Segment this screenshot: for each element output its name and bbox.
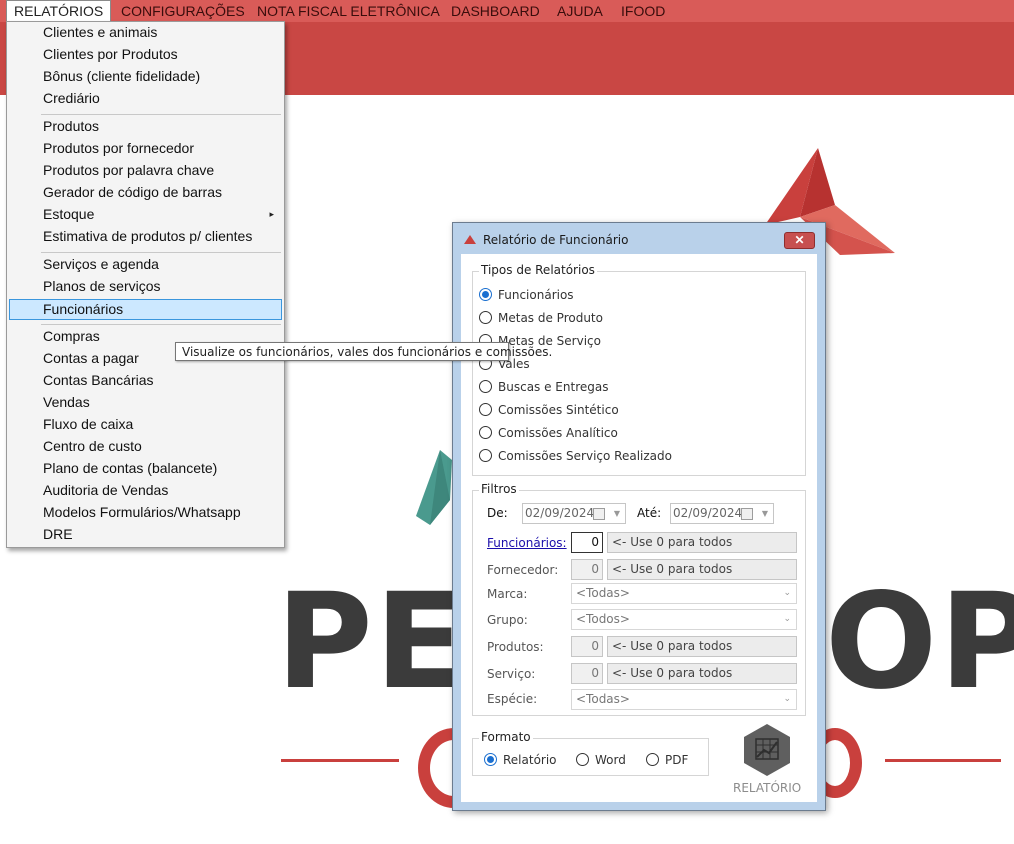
chevron-down-icon: ▼: [761, 509, 768, 518]
menu-item-estoque[interactable]: Estoque ▸: [9, 204, 282, 225]
funcionarios-tooltip: Visualize os funcionários, vales dos fun…: [175, 342, 552, 361]
dialog-client-area: Tipos de Relatórios Funcionários Metas d…: [461, 254, 817, 802]
menu-item-contas-bancarias[interactable]: Contas Bancárias: [9, 370, 282, 391]
funcionarios-link[interactable]: Funcionários:: [487, 536, 567, 550]
menu-item-produtos-palavra[interactable]: Produtos por palavra chave: [9, 160, 282, 181]
logo-line-right: [885, 759, 1001, 762]
fornecedor-label: Fornecedor:: [487, 563, 559, 577]
marca-select[interactable]: <Todas> ⌄: [571, 583, 797, 604]
menu-item-clientes-animais[interactable]: Clientes e animais: [9, 22, 282, 43]
gerar-relatorio-button[interactable]: RELATÓRIO: [733, 723, 801, 797]
calendar-icon: [593, 508, 605, 520]
report-button-label: RELATÓRIO: [733, 781, 802, 795]
produtos-hint: <- Use 0 para todos: [607, 636, 797, 657]
menu-item-codigo-barras[interactable]: Gerador de código de barras: [9, 182, 282, 203]
logo-line-left: [281, 759, 399, 762]
fornecedor-hint: <- Use 0 para todos: [607, 559, 797, 580]
formato-group: Formato Relatório Word PDF: [472, 730, 709, 776]
menu-bar: RELATÓRIOS CONFIGURAÇÕES NOTA FISCAL ELE…: [0, 0, 1014, 22]
menu-configuracoes[interactable]: CONFIGURAÇÕES: [114, 0, 252, 22]
fornecedor-input[interactable]: 0: [571, 559, 603, 580]
menu-item-clientes-produtos[interactable]: Clientes por Produtos: [9, 44, 282, 65]
produtos-input[interactable]: 0: [571, 636, 603, 657]
report-chart-icon: [744, 724, 790, 776]
servico-input[interactable]: 0: [571, 663, 603, 684]
produtos-label: Produtos:: [487, 640, 544, 654]
menu-item-funcionarios[interactable]: Funcionários: [9, 299, 282, 320]
funcionarios-input[interactable]: 0: [571, 532, 603, 553]
close-button[interactable]: ✕: [784, 232, 815, 249]
ate-label: Até:: [637, 506, 662, 520]
menu-item-modelos-formularios[interactable]: Modelos Formulários/Whatsapp: [9, 502, 282, 523]
menu-item-plano-contas[interactable]: Plano de contas (balancete): [9, 458, 282, 479]
especie-label: Espécie:: [487, 692, 538, 706]
especie-select[interactable]: <Todas> ⌄: [571, 689, 797, 710]
chevron-down-icon: ⌄: [783, 588, 791, 598]
menu-item-planos-servicos[interactable]: Planos de serviços: [9, 276, 282, 297]
menu-separator: [41, 252, 281, 253]
marca-label: Marca:: [487, 587, 528, 601]
menu-item-bonus[interactable]: Bônus (cliente fidelidade): [9, 66, 282, 87]
submenu-arrow-icon: ▸: [269, 209, 274, 219]
formato-title: Formato: [479, 730, 533, 744]
chevron-down-icon: ⌄: [783, 694, 791, 704]
menu-item-estimativa[interactable]: Estimativa de produtos p/ clientes: [9, 226, 282, 247]
app-logo-icon: [464, 235, 476, 244]
chevron-down-icon: ⌄: [783, 614, 791, 624]
menu-item-produtos[interactable]: Produtos: [9, 116, 282, 137]
menu-item-auditoria-vendas[interactable]: Auditoria de Vendas: [9, 480, 282, 501]
menu-separator: [41, 114, 281, 115]
de-date-field[interactable]: 02/09/2024 ▼: [522, 503, 626, 524]
grupo-label: Grupo:: [487, 613, 528, 627]
menu-ajuda[interactable]: AJUDA: [550, 0, 610, 22]
menu-item-dre[interactable]: DRE: [9, 524, 282, 545]
relatorios-dropdown: Clientes e animais Clientes por Produtos…: [6, 21, 285, 548]
tipos-relatorios-title: Tipos de Relatórios: [479, 263, 597, 277]
servico-hint: <- Use 0 para todos: [607, 663, 797, 684]
tipos-relatorios-group: Tipos de Relatórios Funcionários Metas d…: [472, 263, 806, 476]
filtros-title: Filtros: [479, 482, 519, 496]
menu-nota-fiscal[interactable]: NOTA FISCAL ELETRÔNICA: [250, 0, 447, 22]
dialog-titlebar[interactable]: Relatório de Funcionário ✕: [453, 223, 825, 255]
menu-ifood[interactable]: IFOOD: [614, 0, 672, 22]
menu-item-centro-custo[interactable]: Centro de custo: [9, 436, 282, 457]
menu-item-vendas[interactable]: Vendas: [9, 392, 282, 413]
menu-item-fluxo-caixa[interactable]: Fluxo de caixa: [9, 414, 282, 435]
relatorio-funcionario-dialog: Relatório de Funcionário ✕ Tipos de Rela…: [452, 222, 826, 811]
menu-separator: [41, 324, 281, 325]
menu-dashboard[interactable]: DASHBOARD: [444, 0, 547, 22]
calendar-icon: [741, 508, 753, 520]
menu-item-produtos-fornecedor[interactable]: Produtos por fornecedor: [9, 138, 282, 159]
logo-text-left: PE: [276, 565, 467, 719]
logo-text-right: OP: [825, 565, 1014, 719]
funcionarios-hint: <- Use 0 para todos: [607, 532, 797, 553]
chevron-down-icon: ▼: [613, 509, 620, 518]
dialog-title: Relatório de Funcionário: [483, 233, 629, 247]
menu-item-crediario[interactable]: Crediário: [9, 88, 282, 109]
de-label: De:: [487, 506, 508, 520]
ate-date-field[interactable]: 02/09/2024 ▼: [670, 503, 774, 524]
grupo-select[interactable]: <Todos> ⌄: [571, 609, 797, 630]
menu-relatorios[interactable]: RELATÓRIOS: [6, 0, 112, 22]
menu-item-servicos-agenda[interactable]: Serviços e agenda: [9, 254, 282, 275]
servico-label: Serviço:: [487, 667, 536, 681]
filtros-group: Filtros De: 02/09/2024 ▼ Até: 02/09/2024…: [472, 482, 806, 716]
